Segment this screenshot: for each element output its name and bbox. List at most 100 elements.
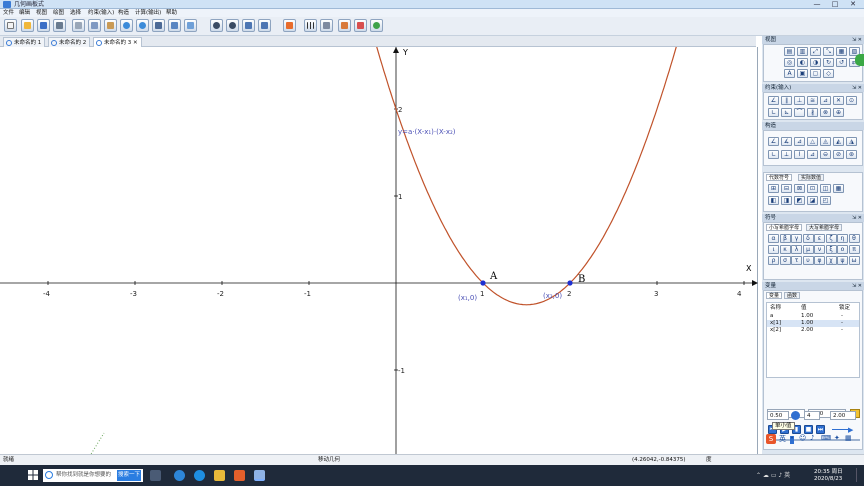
- view-tool-icon[interactable]: ◎: [784, 58, 795, 67]
- speed-dial-icon[interactable]: [791, 411, 800, 420]
- maximize-button[interactable]: □: [826, 0, 844, 9]
- app-icon[interactable]: [234, 470, 245, 481]
- start-button[interactable]: [28, 470, 38, 480]
- pin-icon[interactable]: ⇲ ✕: [852, 84, 862, 92]
- tab-variables[interactable]: 变量: [766, 292, 783, 299]
- stop-icon[interactable]: ■: [804, 425, 813, 434]
- construct-tool-icon[interactable]: ⊛: [846, 150, 857, 159]
- constraint-tool-icon[interactable]: ⊙: [846, 96, 857, 105]
- copy-icon[interactable]: [88, 19, 101, 32]
- greek-symbol-button[interactable]: λ: [791, 245, 802, 254]
- zoom-in-icon[interactable]: [210, 19, 223, 32]
- function-formula[interactable]: y=a·(X-x₁)·(X-x₂): [398, 128, 456, 136]
- tab-functions[interactable]: 函数: [784, 292, 801, 299]
- construct-tool-icon[interactable]: ⊘: [833, 150, 844, 159]
- view-tool-icon[interactable]: ◐: [797, 58, 808, 67]
- menu-file[interactable]: 文件: [3, 9, 14, 17]
- view-tool-icon[interactable]: ◑: [810, 58, 821, 67]
- construct-tool-icon[interactable]: ⟂: [781, 150, 792, 159]
- view-tool-icon[interactable]: ⤢: [810, 47, 821, 56]
- greek-symbol-button[interactable]: γ: [791, 234, 802, 243]
- constraint-tool-icon[interactable]: ⊾: [781, 108, 792, 117]
- greek-symbol-button[interactable]: ω: [848, 256, 860, 265]
- greek-symbol-button[interactable]: κ: [779, 245, 791, 254]
- greek-symbol-button[interactable]: π: [848, 245, 860, 254]
- construct-tool-icon[interactable]: ⊿: [807, 150, 818, 159]
- view-tool-icon[interactable]: ▢: [810, 69, 821, 78]
- algebra-tool-icon[interactable]: ◨: [781, 196, 792, 205]
- view-tool-icon[interactable]: ⤡: [823, 47, 834, 56]
- file-explorer-icon[interactable]: [214, 470, 225, 481]
- algebra-tool-icon[interactable]: ◫: [820, 184, 831, 193]
- help-icon[interactable]: [370, 19, 383, 32]
- construct-tool-icon[interactable]: ∠: [768, 137, 779, 146]
- task-view-icon[interactable]: [150, 470, 161, 481]
- view-tool-icon[interactable]: ▦: [836, 47, 847, 56]
- menu-constraint[interactable]: 约束(输入): [88, 9, 114, 17]
- greek-symbol-button[interactable]: ι: [768, 245, 779, 254]
- greek-symbol-button[interactable]: ξ: [825, 245, 837, 254]
- greek-symbol-button[interactable]: ζ: [825, 234, 837, 243]
- greek-symbol-button[interactable]: σ: [779, 256, 791, 265]
- end-value-field[interactable]: 2.00: [830, 411, 856, 420]
- greek-symbol-button[interactable]: ρ: [768, 256, 779, 265]
- greek-symbol-button[interactable]: ε: [814, 234, 825, 243]
- view-tool-icon[interactable]: ↻: [823, 58, 834, 67]
- tab-actual-values[interactable]: 实际数值: [798, 174, 825, 181]
- constraint-tool-icon[interactable]: ∟: [768, 108, 779, 117]
- greek-symbol-button[interactable]: υ: [802, 256, 814, 265]
- parabola-curve[interactable]: [369, 22, 682, 306]
- greek-symbol-button[interactable]: β: [779, 234, 791, 243]
- color-icon[interactable]: [354, 19, 367, 32]
- search-box[interactable]: 帮你找到就是你想要的 搜索一下: [43, 469, 143, 482]
- cursor-icon[interactable]: [152, 19, 165, 32]
- algebra-tool-icon[interactable]: ◩: [794, 196, 805, 205]
- menu-view[interactable]: 视图: [36, 9, 47, 17]
- browser-icon[interactable]: [194, 470, 205, 481]
- greek-symbol-button[interactable]: δ: [802, 234, 814, 243]
- greek-symbol-button[interactable]: θ: [848, 234, 860, 243]
- view-tool-icon[interactable]: ▥: [797, 47, 808, 56]
- view-tool-icon[interactable]: ↺: [836, 58, 847, 67]
- algebra-tool-icon[interactable]: ▦: [833, 184, 844, 193]
- paste-icon[interactable]: [104, 19, 117, 32]
- algebra-tool-icon[interactable]: ⊠: [794, 184, 805, 193]
- ime-menu-icon[interactable]: ▦: [845, 434, 852, 442]
- menu-draw[interactable]: 绘图: [53, 9, 64, 17]
- greek-symbol-button[interactable]: τ: [791, 256, 802, 265]
- pin-icon[interactable]: ⇲ ✕: [852, 214, 862, 222]
- construct-tool-icon[interactable]: ⊿: [794, 137, 805, 146]
- constraint-tool-icon[interactable]: ∥: [781, 96, 792, 105]
- measure-icon[interactable]: [320, 19, 333, 32]
- undo-icon[interactable]: [120, 19, 133, 32]
- ime-emoji-icon[interactable]: ☺: [799, 434, 806, 442]
- construct-tool-icon[interactable]: ◮: [846, 137, 857, 146]
- drawing-canvas[interactable]: X Y -4 -3 -2 -1 1 2 3 4 2 1 -1 y=a·(X-x₁…: [0, 22, 758, 460]
- notification-icon[interactable]: [856, 468, 862, 482]
- view-tool-icon[interactable]: ▣: [797, 69, 808, 78]
- view-tool-icon[interactable]: ▤: [784, 47, 795, 56]
- constraint-tool-icon[interactable]: ✕: [833, 96, 844, 105]
- ime-mode-icon[interactable]: 英: [779, 434, 786, 444]
- constraint-tool-icon[interactable]: ⊥: [794, 96, 805, 105]
- constraint-tool-icon[interactable]: ⊿: [820, 96, 831, 105]
- constraint-tool-icon[interactable]: ⊕: [833, 108, 844, 117]
- print-icon[interactable]: [53, 19, 66, 32]
- open-icon[interactable]: [21, 19, 34, 32]
- tab-lowercase-greek[interactable]: 小写希腊字母: [766, 224, 803, 231]
- table-row[interactable]: x[1] 1.00 -: [767, 320, 859, 327]
- tab-algebra-symbols[interactable]: 代数符号: [766, 174, 793, 181]
- tab-doc-3[interactable]: 未命名的 3 ✕: [93, 37, 142, 47]
- tab-doc-1[interactable]: 未命名的 1: [3, 37, 46, 47]
- algebra-tool-icon[interactable]: ⊞: [768, 184, 779, 193]
- construct-tool-icon[interactable]: ◬: [820, 137, 831, 146]
- ime-punct-icon[interactable]: •: [790, 434, 794, 442]
- construct-tool-icon[interactable]: ∟: [768, 150, 779, 159]
- ime-keyboard-icon[interactable]: ⌨: [821, 434, 831, 442]
- view-tool-icon[interactable]: ◇: [823, 69, 834, 78]
- construct-tool-icon[interactable]: ⊖: [820, 150, 831, 159]
- greek-symbol-button[interactable]: α: [768, 234, 779, 243]
- construct-tool-icon[interactable]: △: [807, 137, 818, 146]
- table-row[interactable]: x[2] 2.00 -: [767, 327, 859, 334]
- menu-select[interactable]: 选择: [70, 9, 81, 17]
